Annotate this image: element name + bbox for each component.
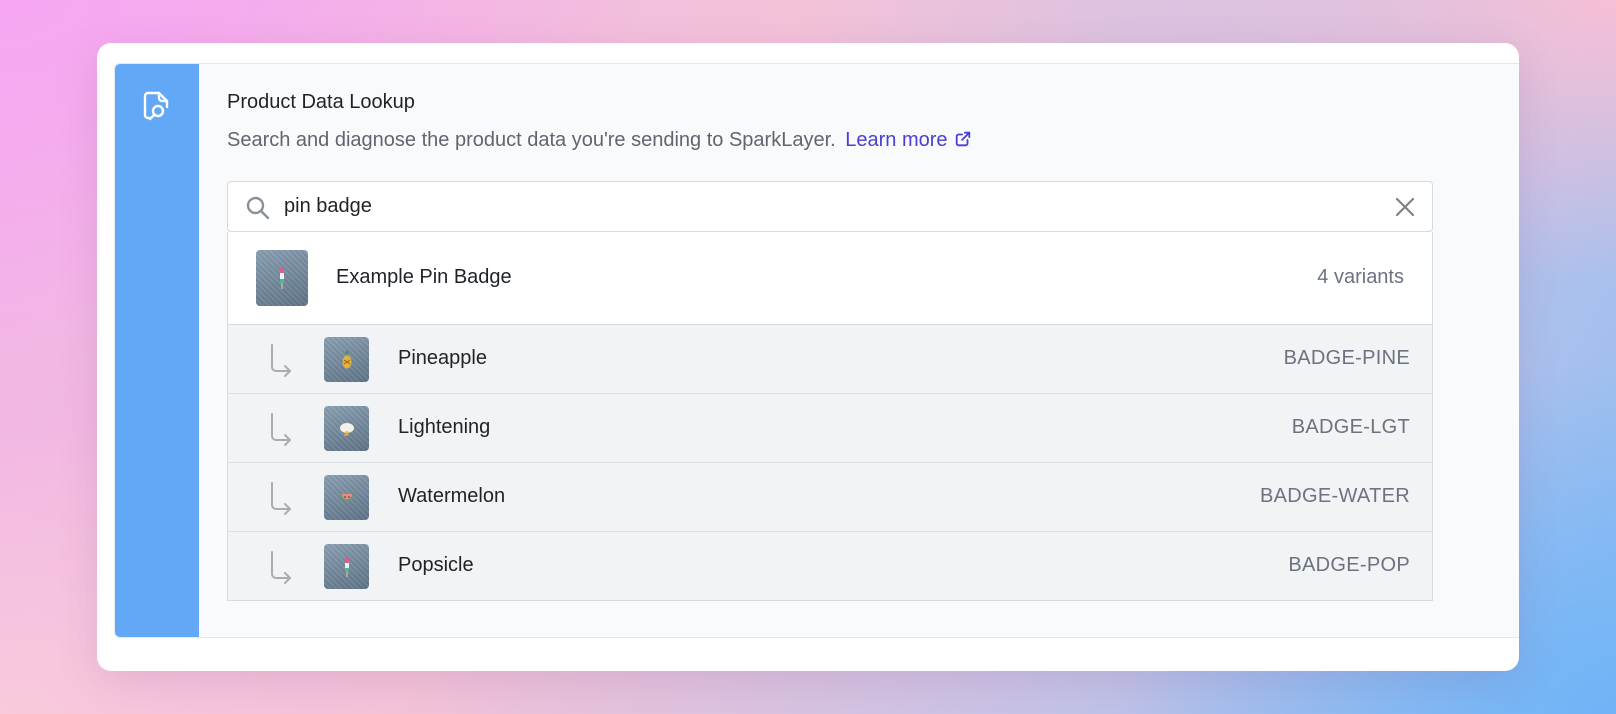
variant-count: 4 variants [1317,266,1404,288]
search-input[interactable] [284,182,1364,231]
branch-arrow-icon [271,482,291,515]
branch-arrow-icon [271,344,291,377]
variant-thumbnail [324,406,369,451]
search-icon [246,196,270,220]
variant-row[interactable]: Pineapple BADGE-PINE [228,325,1432,394]
variant-sku: BADGE-PINE [1283,347,1410,369]
variant-name: Watermelon [398,485,506,507]
branch-arrow-icon [271,413,291,446]
close-icon[interactable] [1394,196,1416,218]
variant-name: Lightening [398,416,491,438]
product-name: Example Pin Badge [336,266,512,288]
sidebar-rail [115,64,199,637]
document-search-icon [143,91,169,121]
variant-row[interactable]: Popsicle BADGE-POP [228,532,1432,600]
external-link-icon [955,131,970,147]
learn-more-link[interactable]: Learn more [845,129,971,151]
branch-arrow-icon [271,551,291,584]
page-description: Search and diagnose the product data you… [227,129,972,152]
search-results: Example Pin Badge 4 variants Pineapple B… [227,232,1433,601]
learn-more-label: Learn more [845,129,948,151]
description-text: Search and diagnose the product data you… [227,129,836,151]
variant-sku: BADGE-WATER [1260,485,1410,507]
variant-thumbnail [324,475,369,520]
variant-sku: BADGE-POP [1288,554,1410,576]
variant-name: Popsicle [398,554,474,576]
lookup-card: Product Data Lookup Search and diagnose … [97,43,1519,671]
variant-row[interactable]: Watermelon BADGE-WATER [228,463,1432,532]
variant-thumbnail [324,337,369,382]
variant-name: Pineapple [398,347,487,369]
product-result-row[interactable]: Example Pin Badge 4 variants [228,232,1432,325]
variant-sku: BADGE-LGT [1291,416,1410,438]
product-thumbnail [256,250,308,306]
page-title: Product Data Lookup [227,91,415,113]
variant-row[interactable]: Lightening BADGE-LGT [228,394,1432,463]
lookup-panel: Product Data Lookup Search and diagnose … [114,63,1519,638]
variant-thumbnail [324,544,369,589]
lookup-content: Product Data Lookup Search and diagnose … [227,64,1467,637]
search-box [227,181,1433,232]
